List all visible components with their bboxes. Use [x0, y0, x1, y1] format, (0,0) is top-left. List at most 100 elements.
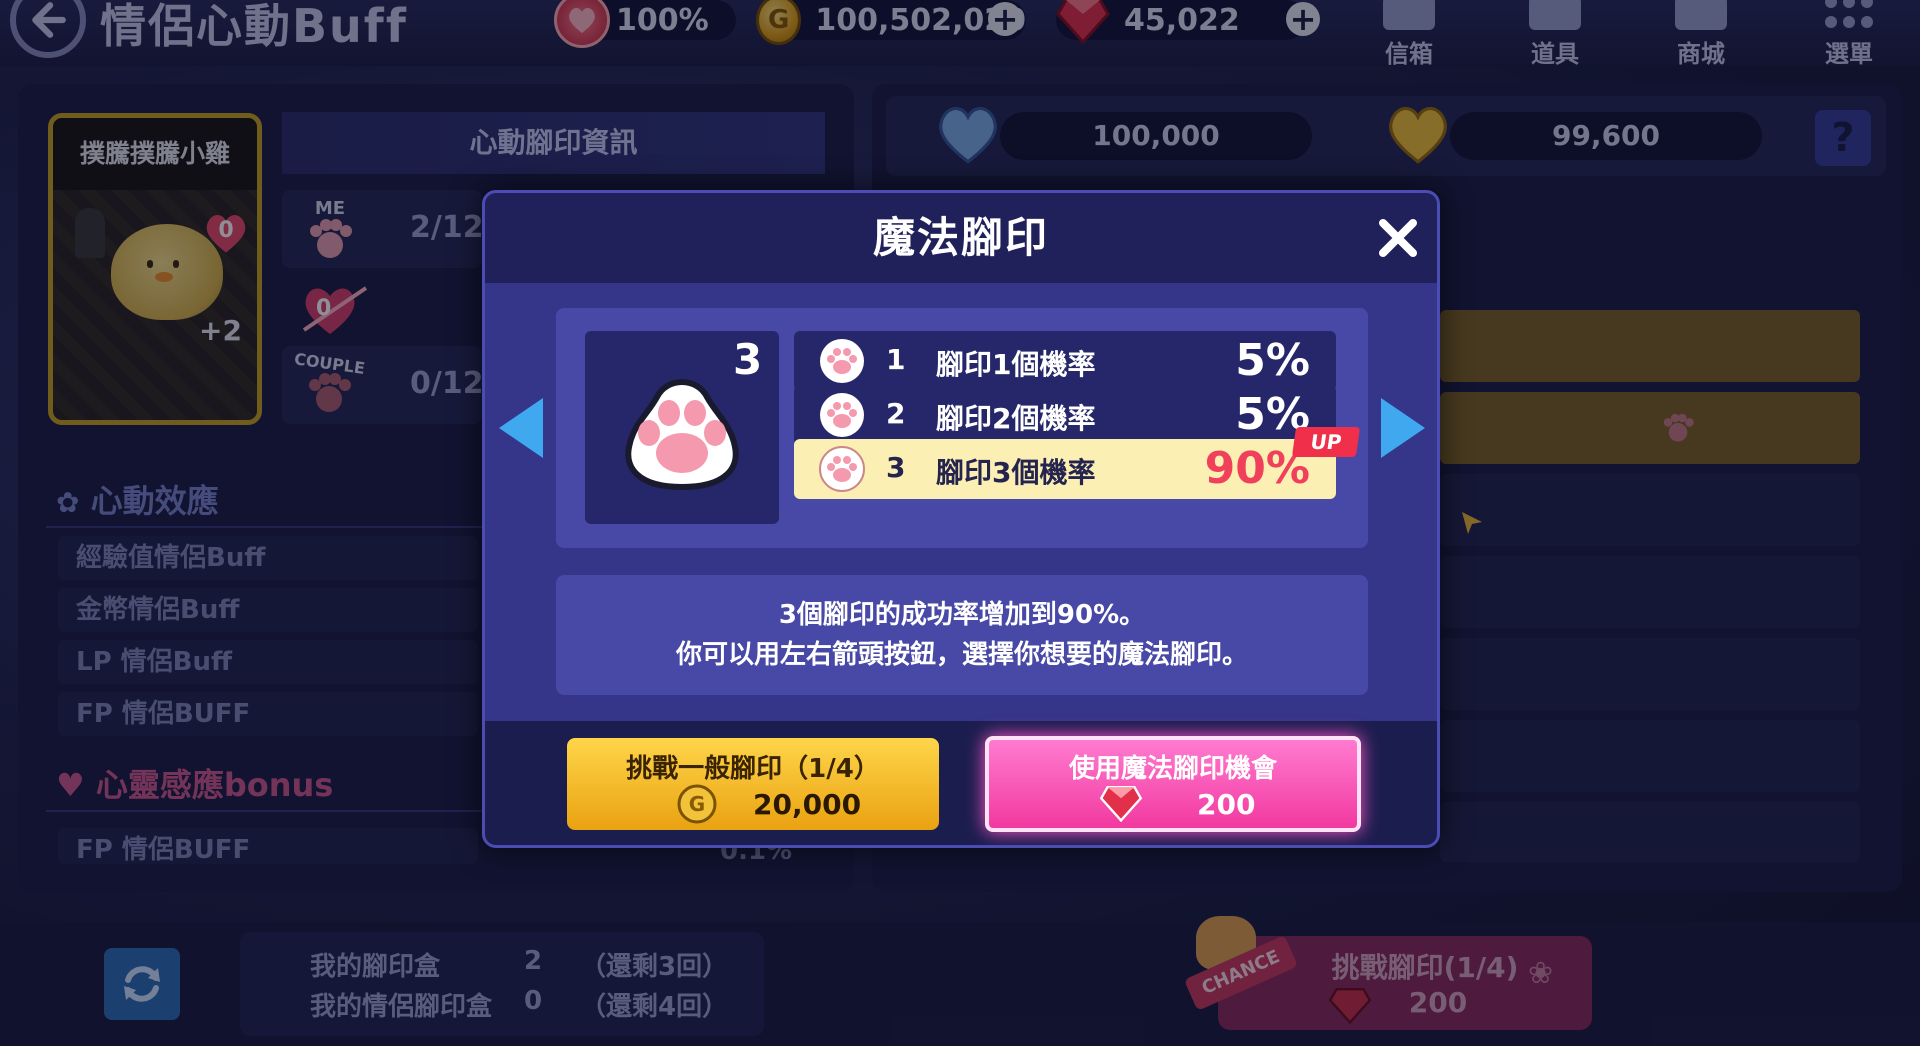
footprint-info-header: 心動腳印資訊 [282, 112, 825, 174]
me-count: 2/12 [410, 210, 484, 245]
probability-row-2: 2 腳印2個機率 5% [794, 385, 1336, 445]
description-panel: 3個腳印的成功率增加到90%。 你可以用左右箭頭按鈕，選擇你想要的魔法腳印。 [556, 575, 1368, 695]
gold-heart-icon [1389, 106, 1447, 164]
chance-cat: CHANCE [1183, 906, 1299, 1016]
blue-heart-amount: 100,000 [1000, 112, 1312, 160]
effect-title: 心動效應 [90, 482, 219, 520]
reward-row [1440, 392, 1860, 464]
heart-percent: 100% [616, 2, 709, 38]
heart-badge-count: 0 [218, 218, 234, 243]
couple-box-count: 0 [524, 986, 543, 1016]
character-name: 撲騰撲騰小雞 [53, 118, 257, 190]
paw-icon [820, 393, 864, 437]
arrow-heart-count: 0 [316, 296, 332, 321]
couple-silhouette-icon [75, 208, 105, 258]
back-button[interactable] [10, 0, 86, 58]
buff-row: FP 情侶BUFF [58, 692, 478, 736]
me-label: ME [314, 198, 346, 219]
row-index: 2 [886, 397, 906, 430]
normal-button-label: 挑戰一般腳印（1/4） [626, 754, 880, 784]
row-label: 腳印2個機率 [936, 402, 1096, 435]
back-arrow-icon [32, 2, 66, 38]
help-button[interactable]: ? [1815, 110, 1871, 166]
magic-button-label: 使用魔法腳印機會 [1068, 754, 1277, 784]
probability-row-1: 1 腳印1個機率 5% [794, 331, 1336, 391]
couple-box-label: 我的情侶腳印盒 [310, 992, 493, 1022]
description-line-2: 你可以用左右箭頭按鈕，選擇你想要的魔法腳印。 [675, 640, 1248, 670]
buff-row: 經驗值情侶Buff [58, 536, 478, 580]
heart-badge: 0 [203, 212, 249, 254]
add-gold-button[interactable]: + [988, 2, 1022, 36]
character-card[interactable]: 撲騰撲騰小雞 0 +2 [48, 113, 262, 425]
box-count: 2 [524, 946, 543, 976]
paw-icon: ✿ [56, 486, 80, 519]
gem-icon [1099, 785, 1143, 822]
probability-panel: 3 1 腳印1個機率 5% 2 腳印2個機率 5% 3 腳印3個機率 90% U… [556, 308, 1368, 548]
top-bar: 情侶心動Buff 100% G 100,502,020 + 45,022 + 信… [0, 0, 1920, 69]
me-footprint-row: ME 2/12 [282, 190, 484, 268]
page-title: 情侶心動Buff [100, 0, 408, 53]
gem-amount: 45,022 [1124, 2, 1240, 38]
next-arrow-button[interactable] [1381, 398, 1425, 458]
row-index: 3 [886, 451, 906, 484]
magic-button-cost: 200 [1197, 788, 1256, 821]
dialog-title: 魔法腳印 [872, 213, 1049, 262]
arrow-heart-icon [302, 286, 368, 334]
couple-count: 0/12 [410, 366, 484, 401]
heart-meter: 100% [554, 0, 736, 48]
nav-mail-label: 信箱 [1385, 40, 1433, 68]
me-paw-icon: ME [302, 198, 358, 258]
challenge-normal-footprint-button[interactable]: 挑戰一般腳印（1/4） G 20,000 [567, 738, 939, 830]
magic-footprint-dialog: 魔法腳印 3 1 腳印1個機率 5% 2 腳印2個機率 5% 3 腳印3個機率 … [482, 190, 1440, 848]
gold-coin-icon: G [756, 0, 802, 45]
box-label: 我的腳印盒 [310, 952, 441, 982]
close-icon[interactable] [1375, 215, 1421, 261]
row-index: 1 [886, 343, 906, 376]
plus-level: +2 [199, 314, 242, 347]
bonus-row: FP 情侶BUFF [58, 828, 478, 864]
refresh-icon [124, 966, 160, 1002]
box-remain: （還剩3回） [580, 952, 729, 982]
footprint-box-info: 我的腳印盒 2 （還剩3回） 我的情侶腳印盒 0 （還剩4回） [240, 932, 764, 1036]
probability-row-3: 3 腳印3個機率 90% UP [794, 427, 1361, 499]
row-label: 腳印3個機率 [936, 456, 1096, 489]
refresh-button[interactable] [104, 948, 180, 1020]
gold-heart-amount: 99,600 [1450, 112, 1762, 160]
buff-row: 金幣情侶Buff [58, 588, 478, 632]
gold-coin-icon: G [677, 784, 717, 824]
paw-icon [1663, 413, 1694, 442]
reward-row [1440, 556, 1860, 628]
add-gem-button[interactable]: + [1286, 2, 1320, 36]
gem-icon [1056, 0, 1110, 44]
paw-prints-icon: ❀ [1528, 956, 1554, 991]
nav-mail[interactable]: 信箱 [1364, 0, 1454, 69]
nav-items[interactable]: 道具 [1510, 0, 1600, 69]
nav-menu-label: 選單 [1825, 40, 1873, 68]
prev-arrow-button[interactable] [499, 398, 543, 458]
paw-icon [820, 339, 864, 383]
shop-icon [1675, 0, 1727, 30]
nav-menu[interactable]: 選單 [1804, 0, 1894, 69]
menu-icon [1823, 0, 1875, 30]
couple-paw-icon: COUPLE [293, 349, 366, 414]
svg-text:G: G [689, 792, 705, 816]
reward-row [1440, 310, 1860, 382]
nav-shop[interactable]: 商城 [1656, 0, 1746, 69]
divider [46, 526, 486, 528]
reward-row [1440, 720, 1860, 792]
gem-icon [1328, 987, 1372, 1024]
nav-items-label: 道具 [1531, 40, 1579, 68]
challenge-cost: 200 [1408, 986, 1468, 1019]
use-magic-footprint-button[interactable]: 使用魔法腳印機會 200 [985, 736, 1361, 832]
reward-row [1440, 802, 1860, 862]
nav-shop-label: 商城 [1677, 40, 1725, 68]
row-label: 腳印1個機率 [936, 348, 1096, 381]
divider [46, 810, 486, 812]
gem-counter: 45,022 [1056, 0, 1306, 44]
blue-heart-icon [939, 106, 997, 164]
buff-row: LP 情侶Buff [58, 640, 478, 684]
arrow-heart: 0 [300, 282, 370, 338]
normal-button-cost: 20,000 [753, 788, 862, 821]
paw-icon [819, 446, 865, 492]
bonus-title: 心靈感應bonus [95, 766, 334, 804]
